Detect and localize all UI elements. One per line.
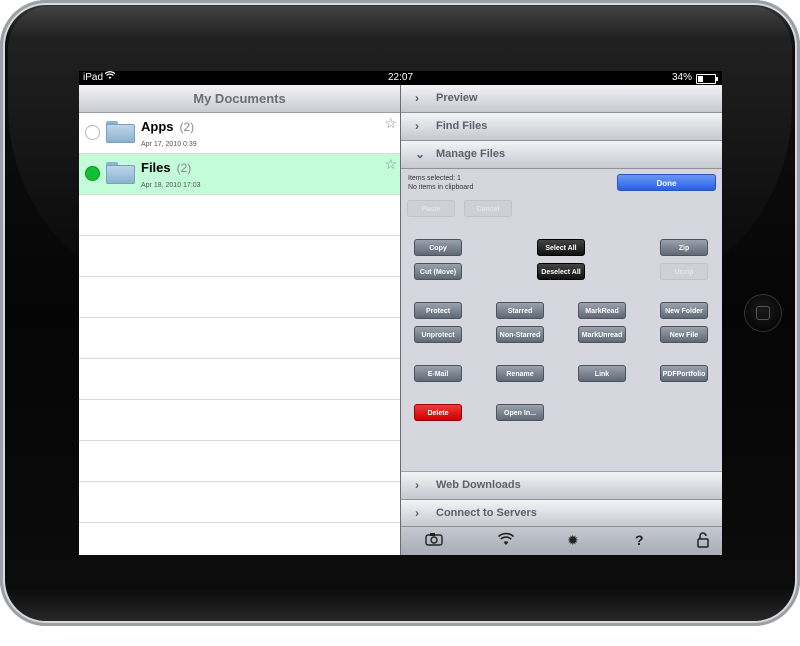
markunread-button[interactable]: MarkUnread bbox=[578, 326, 626, 343]
pane-title: My Documents bbox=[79, 85, 400, 113]
section-label: Connect to Servers bbox=[436, 507, 537, 519]
ipad-bezel: iPad 22:07 34% My Documents Apps (2) Apr … bbox=[0, 0, 800, 626]
chevron-right-icon: › bbox=[415, 119, 419, 133]
chevron-right-icon: › bbox=[415, 506, 419, 520]
item-name: Apps bbox=[141, 119, 174, 134]
screen: iPad 22:07 34% My Documents Apps (2) Apr … bbox=[79, 71, 722, 555]
empty-row bbox=[79, 236, 400, 277]
item-count: (2) bbox=[176, 161, 192, 175]
paste-button[interactable]: Paste bbox=[407, 200, 455, 217]
list-item[interactable]: Apps (2) Apr 17, 2010 0:39 ☆ bbox=[79, 113, 400, 154]
selection-radio[interactable] bbox=[85, 125, 100, 140]
empty-row bbox=[79, 400, 400, 441]
clock: 22:07 bbox=[387, 72, 414, 83]
home-button[interactable] bbox=[744, 294, 782, 332]
section-connect-to-servers[interactable]: › Connect to Servers bbox=[401, 500, 722, 528]
items-selected-text: Items selected: 1 bbox=[408, 175, 461, 182]
new-file-button[interactable]: New File bbox=[660, 326, 708, 343]
section-label: Manage Files bbox=[436, 148, 506, 160]
battery-icon bbox=[696, 74, 718, 84]
delete-button[interactable]: Delete bbox=[414, 404, 462, 421]
item-date: Apr 17, 2010 0:39 bbox=[141, 141, 197, 148]
selection-radio[interactable] bbox=[85, 166, 100, 181]
help-icon[interactable]: ? bbox=[635, 532, 644, 548]
section-find-files[interactable]: › Find Files bbox=[401, 113, 722, 141]
folder-icon bbox=[106, 162, 135, 184]
cancel-button[interactable]: Cancel bbox=[464, 200, 512, 217]
select-all-button[interactable]: Select All bbox=[537, 239, 585, 256]
unzip-button[interactable]: Unzip bbox=[660, 263, 708, 280]
section-web-downloads[interactable]: › Web Downloads bbox=[401, 472, 722, 500]
rename-button[interactable]: Rename bbox=[496, 365, 544, 382]
empty-row bbox=[79, 277, 400, 318]
open-in-button[interactable]: Open In... bbox=[496, 404, 544, 421]
item-name: Files bbox=[141, 160, 171, 175]
wifi-icon[interactable] bbox=[497, 532, 515, 549]
markread-button[interactable]: MarkRead bbox=[578, 302, 626, 319]
empty-row bbox=[79, 318, 400, 359]
empty-row bbox=[79, 359, 400, 400]
empty-row bbox=[79, 482, 400, 523]
protect-button[interactable]: Protect bbox=[414, 302, 462, 319]
manage-files-panel: Items selected: 1 No items in clipboard … bbox=[401, 169, 722, 472]
done-button[interactable]: Done bbox=[617, 174, 716, 191]
starred-button[interactable]: Starred bbox=[496, 302, 544, 319]
chevron-right-icon: › bbox=[415, 91, 419, 105]
non-starred-button[interactable]: Non-Starred bbox=[496, 326, 544, 343]
section-label: Preview bbox=[436, 92, 478, 104]
list-item[interactable]: Files (2) Apr 18, 2010 17:03 ☆ bbox=[79, 154, 400, 195]
empty-row bbox=[79, 195, 400, 236]
cut-move-button[interactable]: Cut (Move) bbox=[414, 263, 462, 280]
section-preview[interactable]: › Preview bbox=[401, 85, 722, 113]
deselect-all-button[interactable]: Deselect All bbox=[537, 263, 585, 280]
lock-icon[interactable] bbox=[697, 532, 709, 551]
item-date: Apr 18, 2010 17:03 bbox=[141, 182, 201, 189]
star-icon[interactable]: ☆ bbox=[384, 157, 397, 171]
pdfportfolio-button[interactable]: PDFPortfolio bbox=[660, 365, 708, 382]
chevron-down-icon: ⌄ bbox=[415, 147, 426, 161]
folder-icon bbox=[106, 121, 135, 143]
battery-percent: 34% bbox=[671, 72, 692, 83]
item-count: (2) bbox=[179, 120, 195, 134]
star-icon[interactable]: ☆ bbox=[384, 116, 397, 130]
section-manage-files[interactable]: ⌄ Manage Files bbox=[401, 141, 722, 169]
gear-icon[interactable]: ✹ bbox=[567, 532, 579, 548]
zip-button[interactable]: Zip bbox=[660, 239, 708, 256]
status-bar: iPad 22:07 34% bbox=[79, 71, 722, 85]
clipboard-text: No items in clipboard bbox=[408, 184, 474, 191]
documents-pane: My Documents Apps (2) Apr 17, 2010 0:39 ☆… bbox=[79, 85, 401, 555]
actions-pane: › Preview › Find Files ⌄ Manage Files It… bbox=[401, 85, 722, 555]
section-label: Find Files bbox=[436, 120, 488, 132]
selection-info: Items selected: 1 No items in clipboard bbox=[408, 174, 473, 192]
link-button[interactable]: Link bbox=[578, 365, 626, 382]
camera-icon[interactable] bbox=[425, 532, 443, 549]
new-folder-button[interactable]: New Folder bbox=[660, 302, 708, 319]
section-label: Web Downloads bbox=[436, 479, 521, 491]
bottom-toolbar: ✹ ? bbox=[401, 526, 722, 555]
email-button[interactable]: E-Mail bbox=[414, 365, 462, 382]
unprotect-button[interactable]: Unprotect bbox=[414, 326, 462, 343]
empty-row bbox=[79, 441, 400, 482]
chevron-right-icon: › bbox=[415, 478, 419, 492]
copy-button[interactable]: Copy bbox=[414, 239, 462, 256]
